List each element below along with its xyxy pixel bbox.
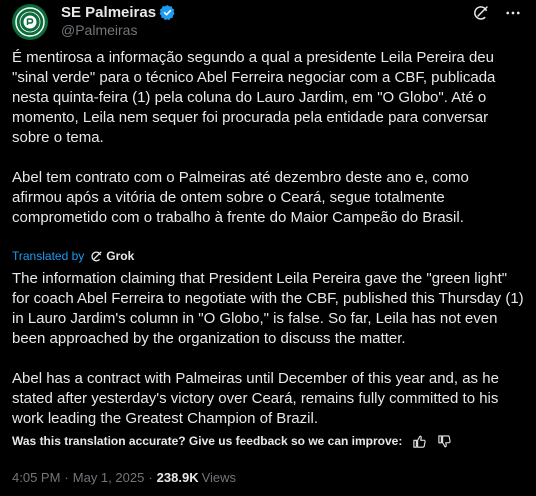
- meta-separator: ·: [148, 469, 153, 485]
- post-date[interactable]: May 1, 2025: [73, 470, 145, 485]
- thumbs-up-icon[interactable]: [412, 434, 427, 449]
- palmeiras-crest-icon: [15, 7, 45, 37]
- avatar[interactable]: [12, 4, 48, 40]
- more-icon[interactable]: [504, 4, 522, 22]
- grok-icon[interactable]: [472, 4, 490, 22]
- translation-attribution: Translated by Grok: [12, 248, 134, 264]
- translated-by-label[interactable]: Translated by: [12, 249, 84, 263]
- translated-text: The information claiming that President …: [12, 270, 524, 427]
- grok-icon: [90, 250, 103, 263]
- feedback-prompt: Was this translation accurate? Give us f…: [12, 434, 403, 448]
- views-count: 238.9K: [156, 469, 199, 485]
- display-name[interactable]: SE Palmeiras: [61, 4, 156, 21]
- post-time[interactable]: 4:05 PM: [12, 470, 60, 485]
- translation-feedback: Was this translation accurate? Give us f…: [12, 433, 452, 449]
- header-actions: [472, 4, 522, 22]
- handle[interactable]: @Palmeiras: [61, 22, 176, 38]
- verified-badge-icon: [159, 4, 176, 21]
- post-meta: 4:05 PM · May 1, 2025 · 238.9K Views: [12, 468, 236, 486]
- views-label: Views: [201, 469, 237, 485]
- thumbs-down-icon[interactable]: [437, 434, 452, 449]
- post-text: É mentirosa a informação segundo a qual …: [12, 49, 496, 226]
- grok-label: Grok: [106, 249, 135, 263]
- meta-separator: ·: [64, 469, 69, 485]
- author-block: SE Palmeiras @Palmeiras: [61, 3, 176, 38]
- post-header: SE Palmeiras @Palmeiras: [8, 2, 528, 42]
